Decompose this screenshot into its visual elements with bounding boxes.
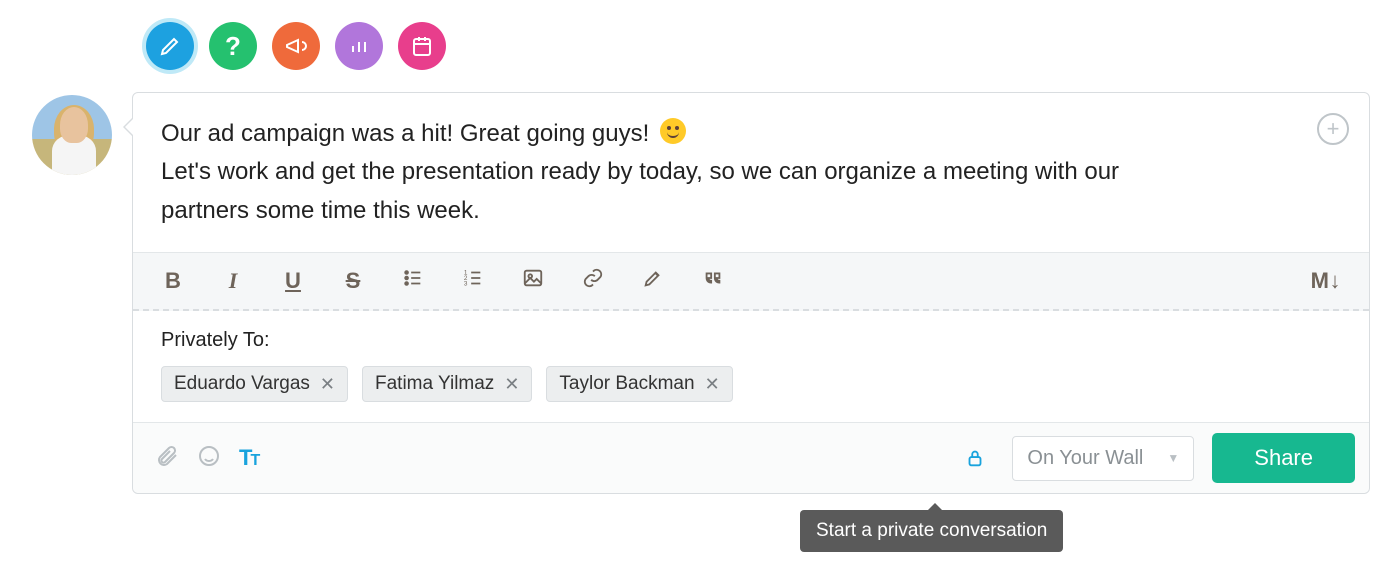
recipient-name: Eduardo Vargas (174, 373, 310, 395)
recipient-name: Taylor Backman (559, 373, 694, 395)
tt-icon: TT (239, 445, 258, 470)
private-to-section: Privately To: Eduardo Vargas ✕ Fatima Yi… (133, 311, 1369, 423)
question-icon: ? (225, 31, 241, 62)
compose-button[interactable] (146, 22, 194, 70)
pencil-icon (158, 34, 182, 58)
poll-button[interactable] (335, 22, 383, 70)
composer-footer: TT On Your Wall ▼ Share (133, 423, 1369, 493)
smile-emoji (660, 118, 686, 144)
markdown-toggle[interactable]: M↓ (1311, 268, 1341, 294)
bullet-list-button[interactable] (401, 267, 425, 295)
plus-icon: + (1327, 118, 1340, 140)
bold-button[interactable]: B (161, 268, 185, 294)
private-to-label: Privately To: (161, 329, 1341, 352)
quote-icon (702, 267, 724, 289)
image-icon (522, 267, 544, 289)
emoji-button[interactable] (197, 444, 221, 473)
paperclip-icon (155, 444, 179, 468)
destination-dropdown[interactable]: On Your Wall ▼ (1012, 436, 1194, 481)
attach-button[interactable] (155, 444, 179, 473)
link-button[interactable] (581, 267, 605, 295)
recipient-chip[interactable]: Fatima Yilmaz ✕ (362, 366, 532, 402)
event-button[interactable] (398, 22, 446, 70)
recipient-chip[interactable]: Eduardo Vargas ✕ (161, 366, 348, 402)
message-line-1: Our ad campaign was a hit! Great going g… (161, 120, 649, 147)
private-lock-button[interactable] (956, 439, 994, 477)
underline-button[interactable]: U (281, 268, 305, 294)
dropdown-label: On Your Wall (1027, 447, 1143, 470)
calendar-icon (410, 34, 434, 58)
numbered-list-icon: 123 (462, 267, 484, 289)
remove-recipient[interactable]: ✕ (320, 374, 335, 395)
recipient-chip[interactable]: Taylor Backman ✕ (546, 366, 732, 402)
megaphone-icon (284, 34, 308, 58)
composer-panel: Our ad campaign was a hit! Great going g… (132, 92, 1370, 494)
lock-icon (964, 447, 986, 469)
smiley-icon (197, 444, 221, 468)
bullet-list-icon (402, 267, 424, 289)
format-toolbar: B I U S 123 M↓ (133, 252, 1369, 311)
text-format-toggle[interactable]: TT (239, 445, 258, 471)
share-button[interactable]: Share (1212, 433, 1355, 483)
chart-icon (347, 34, 371, 58)
announce-button[interactable] (272, 22, 320, 70)
recipient-chips: Eduardo Vargas ✕ Fatima Yilmaz ✕ Taylor … (161, 366, 1341, 402)
top-action-row: ? (146, 22, 446, 70)
svg-text:3: 3 (464, 281, 468, 288)
avatar[interactable] (32, 95, 112, 175)
numbered-list-button[interactable]: 123 (461, 267, 485, 295)
chevron-down-icon: ▼ (1167, 451, 1179, 465)
strike-button[interactable]: S (341, 268, 365, 294)
remove-recipient[interactable]: ✕ (705, 374, 720, 395)
quote-button[interactable] (701, 267, 725, 295)
message-textarea[interactable]: Our ad campaign was a hit! Great going g… (133, 93, 1369, 252)
remove-recipient[interactable]: ✕ (504, 374, 519, 395)
help-button[interactable]: ? (209, 22, 257, 70)
lock-tooltip: Start a private conversation (800, 510, 1063, 552)
italic-button[interactable]: I (221, 268, 245, 294)
message-line-2: Let's work and get the presentation read… (161, 153, 1315, 191)
image-button[interactable] (521, 267, 545, 295)
message-line-3: partners some time this week. (161, 192, 1315, 230)
recipient-name: Fatima Yilmaz (375, 373, 494, 395)
marker-icon (642, 267, 664, 289)
add-button[interactable]: + (1317, 113, 1349, 145)
highlight-button[interactable] (641, 267, 665, 295)
link-icon (582, 267, 604, 289)
